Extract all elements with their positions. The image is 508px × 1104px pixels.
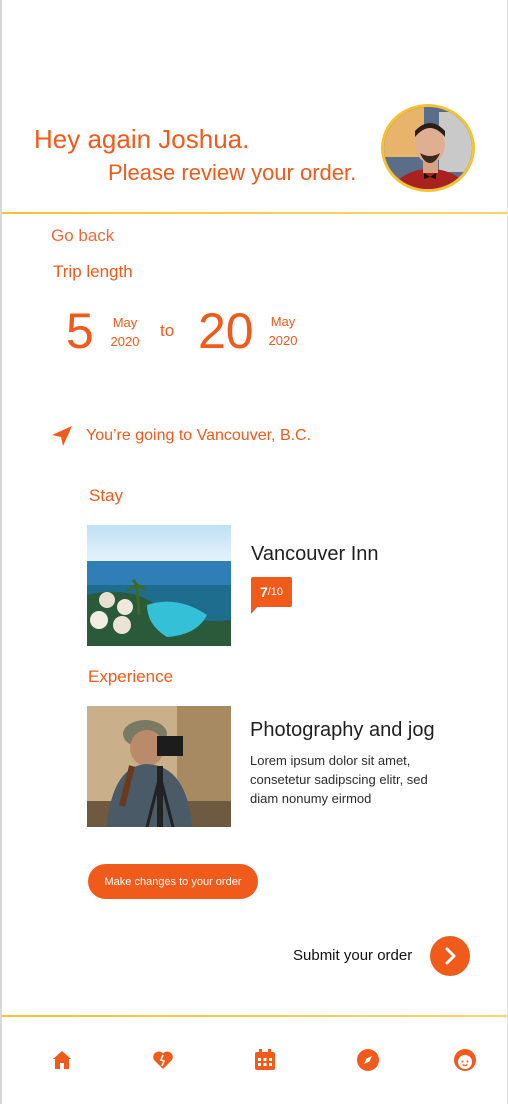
- experience-description: Lorem ipsum dolor sit amet, consetetur s…: [250, 753, 428, 806]
- start-day: 5: [66, 303, 94, 359]
- end-day: 20: [198, 303, 254, 359]
- submit-order-button[interactable]: [430, 936, 470, 976]
- profile-face-icon[interactable]: [452, 1047, 478, 1073]
- trip-length-label: Trip length: [53, 262, 133, 281]
- destination-prefix: You’re going to: [86, 427, 193, 444]
- rating-value: 7: [259, 584, 268, 600]
- start-month: May: [112, 315, 138, 330]
- location-arrow-icon: [50, 424, 74, 448]
- rating-scale: /10: [267, 586, 284, 598]
- go-back-link[interactable]: Go back: [51, 226, 114, 246]
- make-changes-button[interactable]: Make changes to your order: [88, 864, 258, 899]
- destination-place: Vancouver, B.C.: [196, 427, 312, 444]
- stay-photo[interactable]: [87, 525, 231, 646]
- experience-section-label: Experience: [88, 667, 174, 686]
- end-year: 2020: [268, 333, 298, 348]
- heart-icon[interactable]: [150, 1047, 176, 1073]
- header-divider: [2, 212, 507, 214]
- start-month-year: May 2020: [106, 313, 144, 351]
- stay-name: Vancouver Inn: [251, 543, 379, 565]
- start-year: 2020: [110, 334, 140, 349]
- end-month: May: [270, 314, 296, 329]
- rating-badge: 7/10: [251, 577, 292, 607]
- greeting-title: Hey again Joshua.: [34, 124, 250, 154]
- stay-section-label: Stay: [89, 486, 124, 505]
- greeting-subtitle: Please review your order.: [108, 160, 357, 185]
- calendar-icon[interactable]: [252, 1047, 278, 1073]
- submit-order-label[interactable]: Submit your order: [293, 947, 412, 964]
- experience-title: Photography and jog: [250, 719, 435, 741]
- date-connector: to: [160, 321, 175, 340]
- home-icon[interactable]: [49, 1047, 75, 1073]
- avatar[interactable]: [381, 104, 475, 192]
- footer-divider: [2, 1015, 507, 1017]
- chevron-right-icon: [445, 947, 456, 965]
- end-month-year: May 2020: [264, 312, 302, 350]
- destination-line: You’re going to Vancouver, B.C.: [86, 427, 311, 445]
- compass-icon[interactable]: [355, 1047, 381, 1073]
- experience-photo[interactable]: [87, 706, 231, 827]
- rating-badge-tail: [251, 605, 259, 614]
